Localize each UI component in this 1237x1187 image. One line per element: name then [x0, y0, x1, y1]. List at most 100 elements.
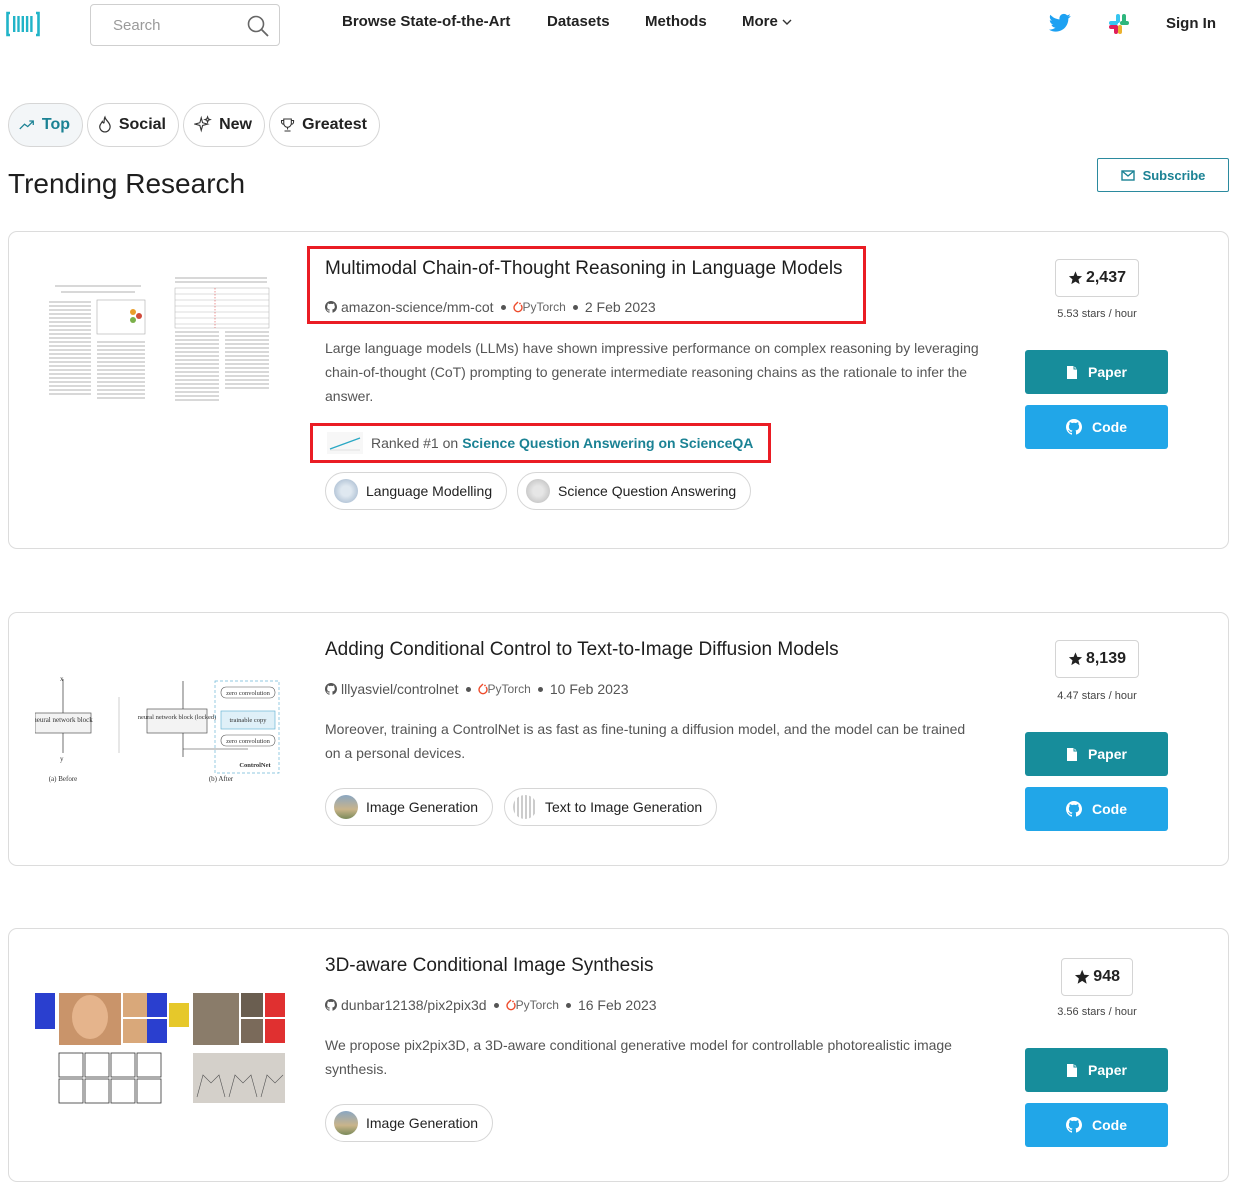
nav-datasets[interactable]: Datasets	[547, 13, 610, 30]
search-icon[interactable]	[246, 14, 270, 38]
github-icon	[325, 999, 337, 1011]
trophy-icon	[280, 118, 295, 132]
pytorch-icon	[477, 683, 488, 695]
framework-badge: PyTorch	[505, 998, 559, 1012]
paper-thumbnail[interactable]	[35, 272, 289, 422]
code-button-label: Code	[1092, 801, 1127, 817]
nav-methods[interactable]: Methods	[645, 13, 707, 30]
paper-abstract: Large language models (LLMs) have shown …	[325, 340, 979, 404]
task-thumbnail-icon	[334, 1111, 358, 1135]
ranked-task-link[interactable]: Science Question Answering on ScienceQA	[462, 435, 753, 451]
paper-meta: lllyasviel/controlnet PyTorch 10 Feb 202…	[325, 681, 628, 697]
paper-thumbnail[interactable]: x neural network block y (a) Before neur…	[35, 669, 289, 819]
paper-button-label: Paper	[1088, 746, 1127, 762]
github-icon	[1066, 801, 1082, 817]
sparkles-icon	[194, 115, 212, 133]
filter-greatest[interactable]: Greatest	[269, 103, 380, 147]
fire-icon	[99, 115, 111, 133]
document-icon	[1067, 1063, 1078, 1077]
page-title: Trending Research	[8, 168, 246, 199]
paper-button[interactable]: Paper	[1025, 732, 1168, 776]
repo-link[interactable]: dunbar12138/pix2pix3d	[341, 997, 487, 1013]
github-stars-badge[interactable]: 8,139	[1055, 640, 1139, 678]
framework-label: PyTorch	[487, 682, 531, 696]
task-tag[interactable]: Image Generation	[325, 1104, 494, 1142]
github-stars-badge[interactable]: 2,437	[1055, 259, 1139, 297]
code-button-label: Code	[1092, 419, 1127, 435]
paper-button[interactable]: Paper	[1025, 350, 1168, 394]
framework-label: PyTorch	[522, 300, 566, 314]
document-icon	[1067, 365, 1078, 379]
filter-top[interactable]: Top	[8, 103, 83, 147]
envelope-icon	[1120, 169, 1135, 181]
task-tag-label: Language Modelling	[366, 483, 493, 499]
diagram-nn-block-label: neural network block	[35, 716, 93, 724]
star-count: 948	[1093, 968, 1120, 985]
filter-new[interactable]: New	[183, 103, 265, 147]
diagram-nn-locked-label: neural network block (locked)	[138, 714, 217, 721]
paper-button[interactable]: Paper	[1025, 1048, 1168, 1092]
paper-button-label: Paper	[1088, 364, 1127, 380]
repo-link[interactable]: lllyasviel/controlnet	[341, 681, 459, 697]
ranked-prefix: Ranked #1 on	[371, 435, 459, 451]
paper-title[interactable]: Adding Conditional Control to Text-to-Im…	[325, 639, 839, 661]
papers-with-code-logo-icon[interactable]	[6, 10, 40, 38]
task-tag[interactable]: Language Modelling	[325, 472, 508, 510]
star-count: 2,437	[1085, 269, 1126, 286]
ranked-badge: Ranked #1 on Science Question Answering …	[327, 432, 753, 454]
search-box[interactable]	[90, 4, 280, 46]
code-button[interactable]: Code	[1025, 787, 1168, 831]
separator-dot	[500, 304, 506, 310]
trending-up-icon	[19, 120, 34, 130]
code-button[interactable]: Code	[1025, 405, 1168, 449]
top-navbar: Browse State-of-the-Art Datasets Methods…	[0, 0, 1237, 60]
diagram-zero-conv-label-2: zero convolution	[226, 738, 271, 745]
task-tag[interactable]: Image Generation	[325, 788, 494, 826]
github-icon	[325, 301, 337, 313]
paper-card: x neural network block y (a) Before neur…	[8, 612, 1229, 866]
task-tag-label: Text to Image Generation	[545, 799, 703, 815]
github-stars-badge[interactable]: 948	[1061, 958, 1133, 996]
framework-badge: PyTorch	[477, 682, 531, 696]
nav-more[interactable]: More	[742, 13, 792, 30]
paper-abstract: Moreover, training a ControlNet is as fa…	[325, 721, 966, 761]
task-thumbnail-icon	[334, 795, 358, 819]
paper-meta: dunbar12138/pix2pix3d PyTorch 16 Feb 202…	[325, 997, 657, 1013]
leaderboard-sparkline-icon	[327, 432, 363, 454]
paper-card: Multimodal Chain-of-Thought Reasoning in…	[8, 231, 1229, 549]
subscribe-label: Subscribe	[1142, 167, 1206, 183]
github-icon	[1066, 1117, 1082, 1133]
slack-icon[interactable]	[1108, 13, 1130, 35]
sign-in-link[interactable]: Sign In	[1166, 15, 1216, 32]
chevron-down-icon	[782, 19, 792, 25]
pytorch-icon	[512, 301, 523, 313]
paper-thumbnail[interactable]	[35, 979, 289, 1129]
filter-greatest-label: Greatest	[302, 116, 367, 133]
diagram-mark-x: x	[60, 675, 64, 683]
framework-badge: PyTorch	[512, 300, 566, 314]
task-tag[interactable]: Text to Image Generation	[504, 788, 718, 826]
stars-rate: 5.53 stars / hour	[1057, 308, 1137, 320]
diagram-caption-before: (a) Before	[49, 775, 78, 783]
filter-new-label: New	[219, 116, 252, 133]
subscribe-button[interactable]: Subscribe	[1097, 158, 1229, 192]
task-tag[interactable]: Science Question Answering	[517, 472, 752, 510]
repo-link[interactable]: amazon-science/mm-cot	[341, 299, 494, 315]
nav-browse-sota[interactable]: Browse State-of-the-Art	[342, 13, 510, 30]
task-thumbnail-icon	[334, 479, 358, 503]
paper-title[interactable]: Multimodal Chain-of-Thought Reasoning in…	[325, 258, 843, 280]
separator-dot	[537, 686, 543, 692]
pytorch-icon	[505, 999, 516, 1011]
filter-social[interactable]: Social	[87, 103, 179, 147]
search-input[interactable]	[111, 16, 241, 35]
paper-title[interactable]: 3D-aware Conditional Image Synthesis	[325, 955, 653, 977]
diagram-zero-conv-label: zero convolution	[226, 690, 271, 697]
separator-dot	[493, 1002, 499, 1008]
star-icon	[1068, 652, 1083, 666]
twitter-icon[interactable]	[1049, 13, 1071, 33]
task-thumbnail-icon	[513, 795, 537, 819]
star-count: 8,139	[1085, 650, 1126, 667]
separator-dot	[465, 686, 471, 692]
filter-top-label: Top	[41, 116, 70, 133]
code-button[interactable]: Code	[1025, 1103, 1168, 1147]
